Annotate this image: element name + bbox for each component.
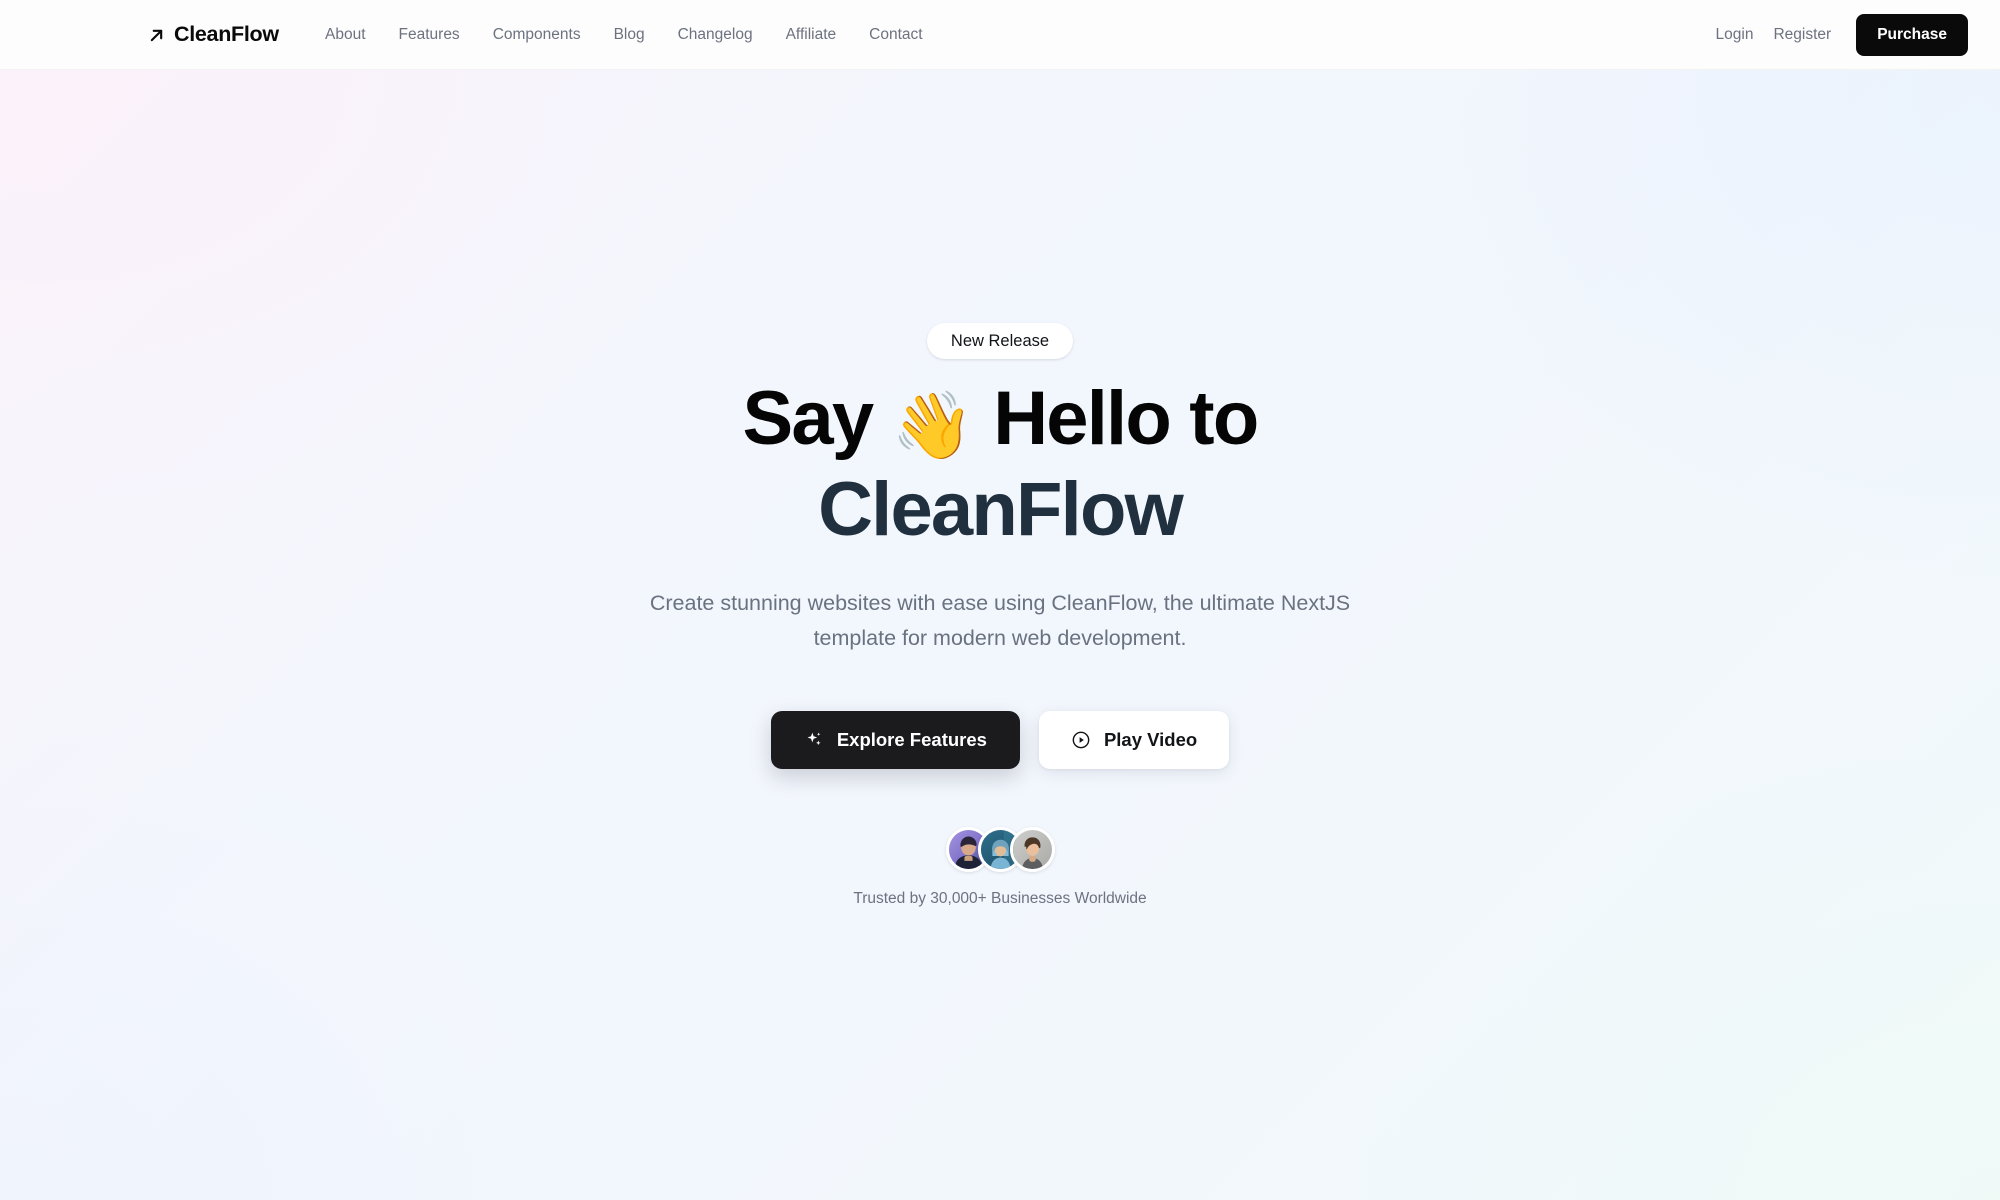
nav-item-features[interactable]: Features xyxy=(399,27,460,43)
headline-text-before: Say xyxy=(742,376,892,461)
site-header: CleanFlow About Features Components Blog… xyxy=(0,0,2000,70)
waving-hand-icon: 👋 xyxy=(891,388,974,462)
trusted-by-text: Trusted by 30,000+ Businesses Worldwide xyxy=(853,889,1147,907)
hero-subtitle: Create stunning websites with ease using… xyxy=(649,591,1351,650)
explore-features-button[interactable]: Explore Features xyxy=(770,710,1020,769)
avatar-3[interactable] xyxy=(1009,826,1055,872)
nav-item-changelog[interactable]: Changelog xyxy=(678,27,753,43)
header-actions: Login Register Purchase xyxy=(1706,14,1968,56)
avatar-group xyxy=(945,826,1055,872)
play-video-button[interactable]: Play Video xyxy=(1038,710,1230,769)
register-link[interactable]: Register xyxy=(1763,27,1841,43)
page-root: CleanFlow About Features Components Blog… xyxy=(0,0,2000,1200)
page-title: Say 👋 Hello to CleanFlow xyxy=(743,381,1260,552)
login-link[interactable]: Login xyxy=(1706,27,1764,43)
purchase-button[interactable]: Purchase xyxy=(1856,14,1968,56)
play-circle-icon xyxy=(1071,730,1091,750)
hero-cta-row: Explore Features Play Video xyxy=(770,710,1230,769)
nav-item-affiliate[interactable]: Affiliate xyxy=(786,27,837,43)
main-nav: About Features Components Blog Changelog… xyxy=(325,27,923,43)
hero-section: New Release Say 👋 Hello to CleanFlow Cre… xyxy=(0,70,2000,1200)
brand-name: CleanFlow xyxy=(174,22,279,47)
hero-content: New Release Say 👋 Hello to CleanFlow Cre… xyxy=(0,70,2000,1200)
social-proof: Trusted by 30,000+ Businesses Worldwide xyxy=(853,826,1147,908)
play-video-label: Play Video xyxy=(1103,728,1198,750)
explore-features-label: Explore Features xyxy=(836,728,987,750)
headline-line-2: CleanFlow xyxy=(818,467,1184,552)
arrow-up-right-icon xyxy=(148,27,165,44)
nav-item-components[interactable]: Components xyxy=(493,27,581,43)
sparkles-icon xyxy=(804,730,824,750)
nav-item-blog[interactable]: Blog xyxy=(614,27,645,43)
nav-item-about[interactable]: About xyxy=(325,27,366,43)
headline-line-1: Say 👋 Hello to xyxy=(743,381,1260,459)
headline-text-after: Hello to xyxy=(973,376,1259,461)
brand-logo[interactable]: CleanFlow xyxy=(148,24,279,46)
new-release-badge[interactable]: New Release xyxy=(926,323,1074,359)
nav-item-contact[interactable]: Contact xyxy=(869,27,922,43)
